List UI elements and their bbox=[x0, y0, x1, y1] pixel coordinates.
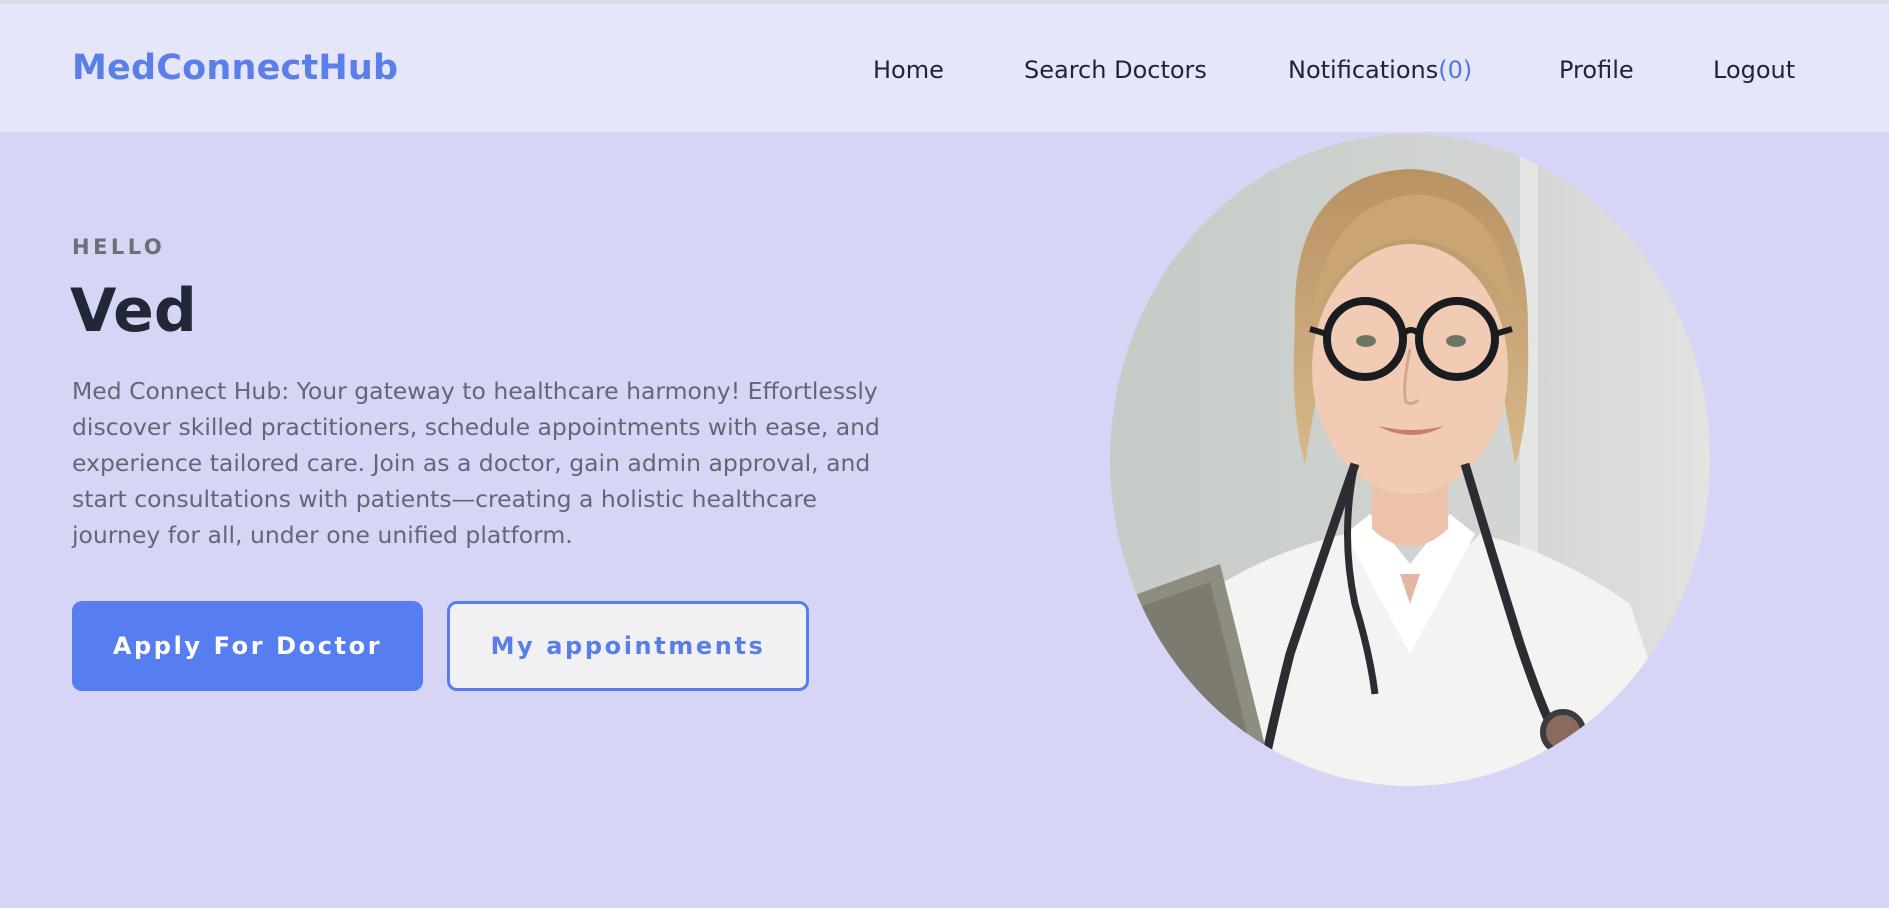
nav-link-search-doctors[interactable]: Search Doctors bbox=[1024, 56, 1207, 84]
top-navbar: MedConnectHub Home Search Doctors Notifi… bbox=[0, 4, 1889, 132]
notifications-count-badge: (0) bbox=[1438, 56, 1473, 84]
nav-link-home[interactable]: Home bbox=[873, 56, 944, 84]
user-name-heading: Ved bbox=[70, 276, 197, 346]
greeting-label: HELLO bbox=[72, 235, 166, 259]
brand-logo[interactable]: MedConnectHub bbox=[72, 48, 398, 88]
nav-link-notifications-label: Notifications bbox=[1288, 56, 1439, 84]
hero-description: Med Connect Hub: Your gateway to healthc… bbox=[72, 377, 880, 549]
doctor-portrait-illustration bbox=[1110, 134, 1710, 786]
apply-for-doctor-button[interactable]: Apply For Doctor bbox=[72, 601, 423, 691]
nav-link-profile[interactable]: Profile bbox=[1559, 56, 1634, 84]
nav-link-notifications[interactable]: Notifications(0) bbox=[1288, 56, 1472, 84]
my-appointments-button[interactable]: My appointments bbox=[447, 601, 809, 691]
nav-link-logout[interactable]: Logout bbox=[1713, 56, 1795, 84]
doctor-portrait-image bbox=[1110, 134, 1710, 786]
